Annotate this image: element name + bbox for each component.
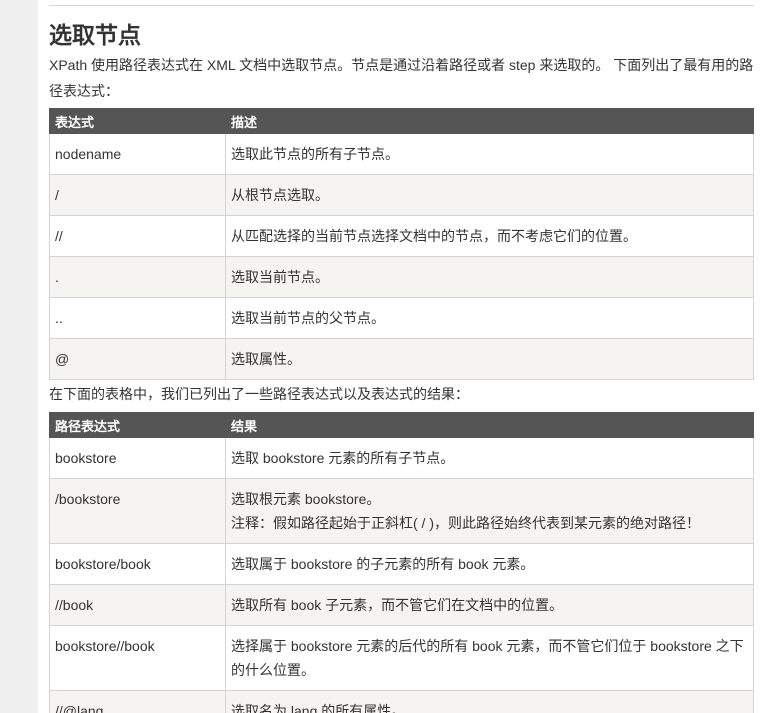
page: 选取节点 XPath 使用路径表达式在 XML 文档中选取节点。节点是通过沿着路… (38, 0, 775, 713)
divider (49, 5, 754, 6)
cell-path: //@lang (49, 690, 226, 713)
path-result-table: 路径表达式 结果 bookstore 选取 bookstore 元素的所有子节点… (49, 412, 754, 713)
cell-path: bookstore/book (49, 543, 226, 585)
intro-paragraph: XPath 使用路径表达式在 XML 文档中选取节点。节点是通过沿着路径或者 s… (49, 57, 754, 99)
table-row: / 从根节点选取。 (49, 174, 754, 216)
header-expression: 表达式 (49, 108, 226, 134)
table-row: bookstore/book 选取属于 bookstore 的子元素的所有 bo… (49, 543, 754, 585)
cell-path: bookstore (49, 437, 226, 479)
cell-result: 选取根元素 bookstore。 注释：假如路径起始于正斜杠( / )，则此路径… (225, 478, 754, 544)
cell-result: 选取名为 lang 的所有属性。 (225, 690, 754, 713)
cell-expression: . (49, 256, 226, 298)
table-row: .. 选取当前节点的父节点。 (49, 297, 754, 339)
table-row: @ 选取属性。 (49, 338, 754, 380)
cell-result: 选取所有 book 子元素，而不管它们在文档中的位置。 (225, 584, 754, 626)
table-row: nodename 选取此节点的所有子节点。 (49, 133, 754, 175)
table-row: . 选取当前节点。 (49, 256, 754, 298)
cell-expression: .. (49, 297, 226, 339)
cell-expression: @ (49, 338, 226, 380)
cell-description: 选取此节点的所有子节点。 (225, 133, 754, 175)
header-path-expression: 路径表达式 (49, 412, 226, 438)
cell-description: 选取当前节点的父节点。 (225, 297, 754, 339)
cell-description: 选取当前节点。 (225, 256, 754, 298)
between-paragraph: 在下面的表格中，我们已列出了一些路径表达式以及表达式的结果： (49, 386, 469, 402)
cell-result: 选取 bookstore 元素的所有子节点。 (225, 437, 754, 479)
table-row: /bookstore 选取根元素 bookstore。 注释：假如路径起始于正斜… (49, 478, 754, 544)
cell-description: 选取属性。 (225, 338, 754, 380)
cell-expression: nodename (49, 133, 226, 175)
table-row: bookstore//book 选择属于 bookstore 元素的后代的所有 … (49, 625, 754, 691)
table-header-row: 表达式 描述 (49, 108, 754, 134)
cell-expression: // (49, 215, 226, 257)
cell-path: //book (49, 584, 226, 626)
table-row: //@lang 选取名为 lang 的所有属性。 (49, 690, 754, 713)
table-header-row: 路径表达式 结果 (49, 412, 754, 438)
section-title: 选取节点 (49, 23, 141, 49)
expression-table: 表达式 描述 nodename 选取此节点的所有子节点。 / 从根节点选取。 /… (49, 108, 754, 380)
header-description: 描述 (225, 108, 754, 134)
cell-result: 选取属于 bookstore 的子元素的所有 book 元素。 (225, 543, 754, 585)
result-note: 注释：假如路径起始于正斜杠( / )，则此路径始终代表到某元素的绝对路径！ (231, 515, 700, 531)
cell-path: /bookstore (49, 478, 226, 544)
table-row: bookstore 选取 bookstore 元素的所有子节点。 (49, 437, 754, 479)
result-text: 选取根元素 bookstore。 (231, 491, 381, 507)
table-row: // 从匹配选择的当前节点选择文档中的节点，而不考虑它们的位置。 (49, 215, 754, 257)
cell-path: bookstore//book (49, 625, 226, 691)
cell-expression: / (49, 174, 226, 216)
table-row: //book 选取所有 book 子元素，而不管它们在文档中的位置。 (49, 584, 754, 626)
cell-description: 从匹配选择的当前节点选择文档中的节点，而不考虑它们的位置。 (225, 215, 754, 257)
cell-description: 从根节点选取。 (225, 174, 754, 216)
cell-result: 选择属于 bookstore 元素的后代的所有 book 元素，而不管它们位于 … (225, 625, 754, 691)
header-result: 结果 (225, 412, 754, 438)
